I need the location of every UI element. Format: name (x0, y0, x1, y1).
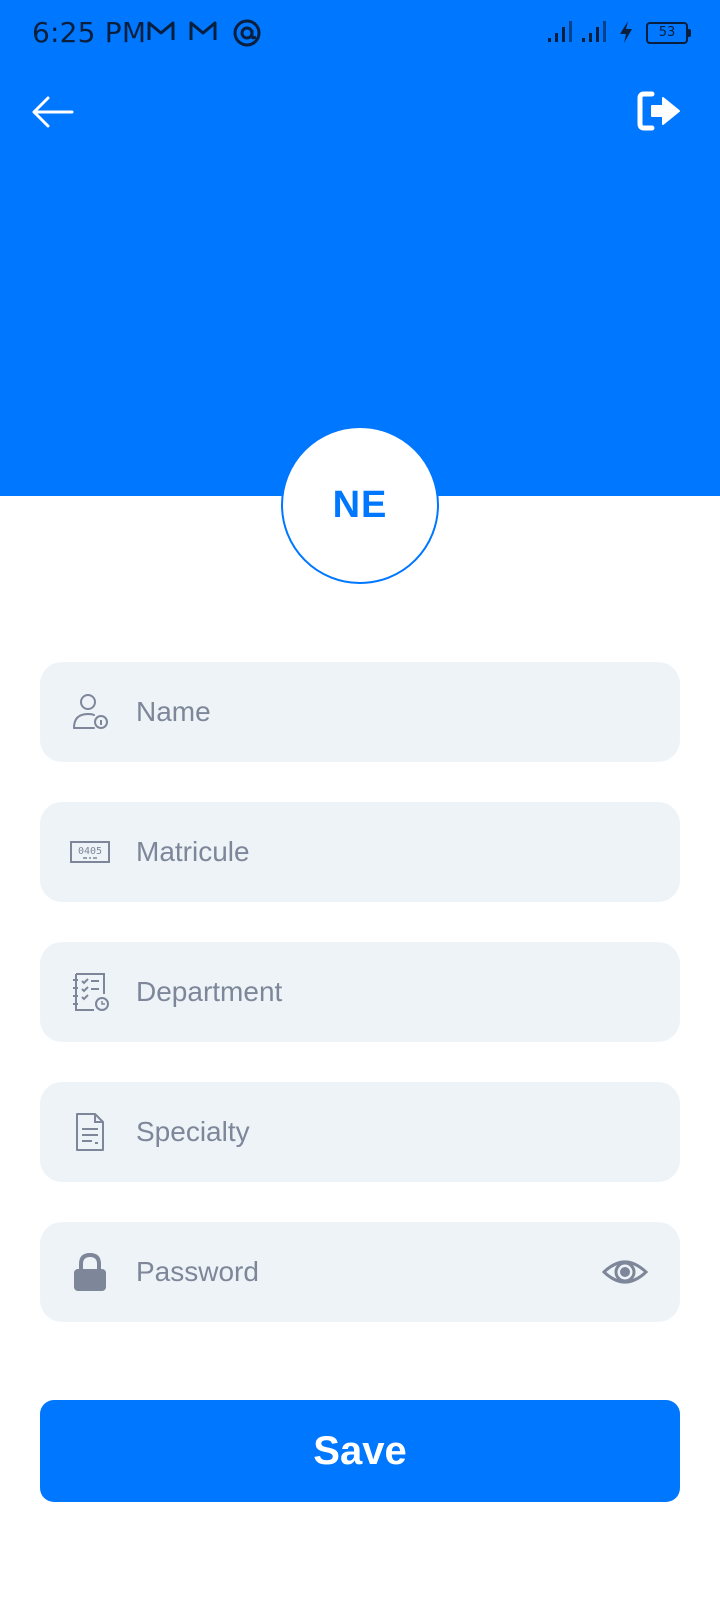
svg-text:0405: 0405 (78, 846, 102, 857)
battery-icon: 53 (646, 22, 691, 44)
id-badge-icon: 0405 (70, 841, 110, 863)
checklist-icon (73, 973, 109, 1011)
avatar[interactable]: NE (281, 426, 439, 584)
logout-icon (637, 91, 680, 131)
status-time: 6:25 PM (32, 16, 147, 49)
logout-button[interactable] (636, 90, 682, 132)
profile-header: 6:25 PM 53 (0, 0, 720, 496)
charging-icon (620, 21, 632, 43)
matricule-field[interactable]: 0405 (40, 802, 680, 902)
password-field[interactable] (40, 1222, 680, 1322)
signal-icon (548, 21, 572, 42)
name-input[interactable] (136, 662, 586, 762)
specialty-field[interactable] (40, 1082, 680, 1182)
back-button[interactable] (28, 92, 76, 132)
eye-icon[interactable] (602, 1250, 648, 1294)
document-icon (76, 1113, 104, 1151)
at-sign-icon (233, 19, 261, 47)
gmail-icon (189, 21, 217, 40)
avatar-initials: NE (332, 483, 388, 526)
matricule-input[interactable] (136, 802, 586, 902)
arrow-left-icon (32, 96, 74, 128)
specialty-input[interactable] (136, 1082, 586, 1182)
password-input[interactable] (136, 1222, 586, 1322)
user-info-icon (73, 694, 108, 729)
name-field[interactable] (40, 662, 680, 762)
department-input[interactable] (136, 942, 586, 1042)
lock-icon (74, 1252, 106, 1291)
status-bar: 6:25 PM 53 (0, 0, 720, 64)
department-field[interactable] (40, 942, 680, 1042)
battery-level: 53 (658, 25, 676, 40)
gmail-icon (147, 21, 175, 40)
save-button[interactable]: Save (40, 1400, 680, 1502)
signal-icon (582, 21, 606, 42)
